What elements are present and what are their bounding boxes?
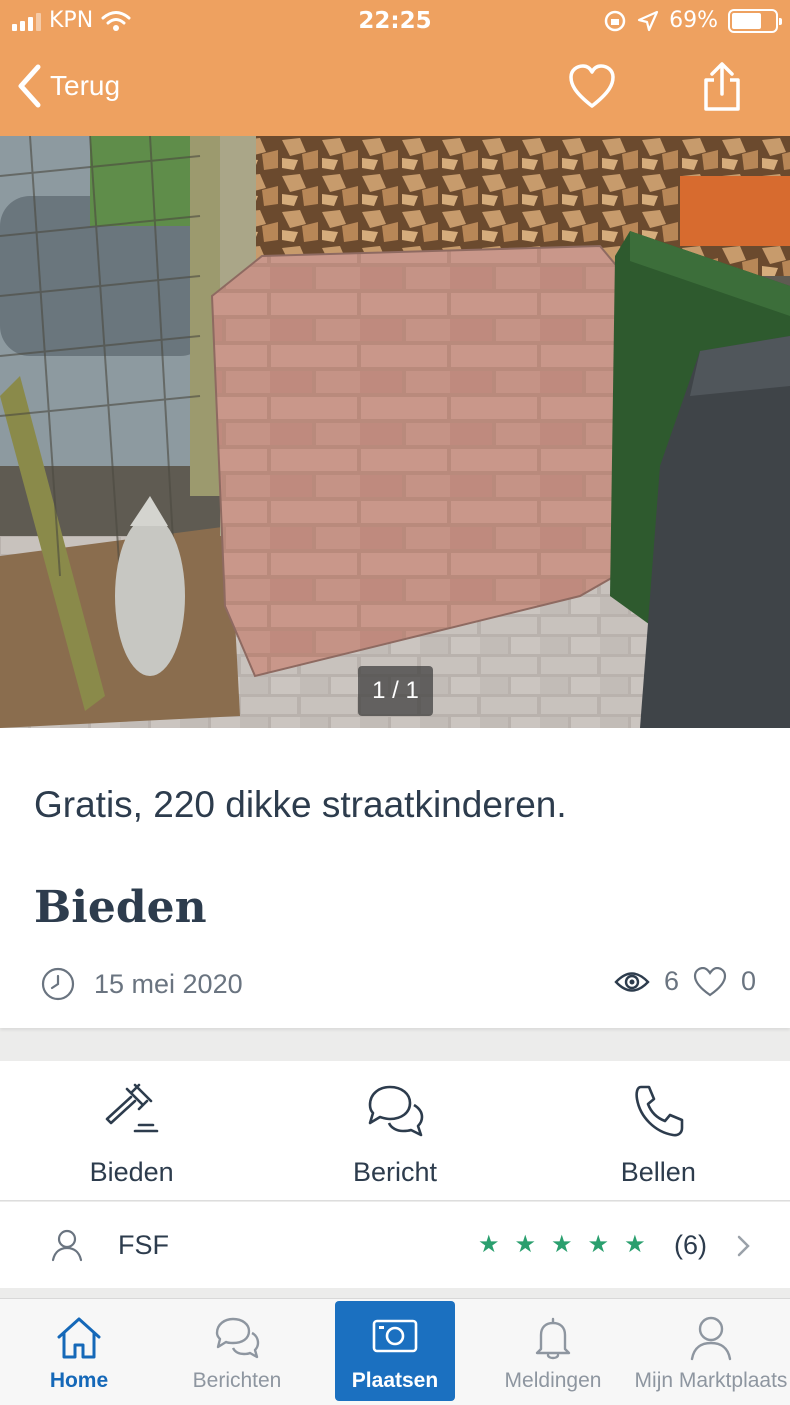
battery-percent: 69%: [669, 8, 718, 33]
nav-bar: Terug: [0, 44, 790, 136]
tab-bar: Home Berichten Plaatsen Meldingen Mijn M…: [0, 1298, 790, 1405]
user-icon: [690, 1316, 732, 1361]
star-icon: ★: [478, 1231, 500, 1258]
tab-home-label: Home: [49, 1369, 109, 1392]
views-count: 6: [663, 966, 679, 996]
call-label: Bellen: [620, 1157, 696, 1187]
message-button[interactable]: Bericht: [263, 1061, 526, 1200]
listing-title: Gratis, 220 dikke straatkinderen.: [34, 784, 567, 825]
photo-counter: 1 / 1: [358, 666, 433, 716]
bid-label: Bieden: [89, 1157, 174, 1187]
tab-berichten[interactable]: Berichten: [158, 1299, 316, 1405]
tab-home[interactable]: Home: [0, 1299, 158, 1405]
tab-berichten-label: Berichten: [192, 1369, 282, 1392]
camera-icon: [372, 1319, 418, 1353]
tab-meldingen-label: Meldingen: [504, 1369, 602, 1392]
share-icon[interactable]: [700, 62, 744, 112]
bell-icon: [535, 1317, 571, 1360]
rating-count: (6): [674, 1230, 707, 1260]
heart-outline-icon: [693, 966, 727, 996]
chevron-right-icon: [737, 1235, 750, 1257]
star-icon: ★: [514, 1231, 537, 1258]
clock-icon: [41, 967, 75, 1001]
product-photo[interactable]: 1 / 1: [0, 136, 790, 728]
phone-icon: [635, 1085, 684, 1137]
tab-plaatsen[interactable]: Plaatsen: [335, 1301, 455, 1401]
back-button[interactable]: Terug: [16, 64, 120, 108]
seller-name: FSF: [118, 1230, 169, 1260]
tab-meldingen[interactable]: Meldingen: [474, 1299, 632, 1405]
message-label: Bericht: [352, 1157, 438, 1187]
tab-mijn-marktplaats[interactable]: Mijn Marktplaats: [632, 1299, 790, 1405]
chat-icon: [215, 1317, 260, 1359]
bid-button[interactable]: Bieden: [0, 1061, 263, 1200]
favorites-count: 0: [740, 966, 756, 996]
heart-icon[interactable]: [568, 64, 616, 110]
location-icon: [637, 10, 659, 31]
tab-mijn-marktplaats-label: Mijn Marktplaats: [634, 1369, 788, 1392]
home-icon: [57, 1317, 101, 1359]
app-root: KPN 22:25 69% Terug 1 / 1 Gratis, 220 di…: [0, 0, 790, 1405]
listing-date: 15 mei 2020: [40, 966, 243, 1002]
battery-icon: [728, 8, 782, 33]
listing-stats: 6 0: [614, 966, 756, 997]
listing-price: Bieden: [34, 882, 207, 933]
star-icon: ★: [587, 1231, 610, 1258]
rating-stars: ★ ★ ★ ★ ★: [478, 1230, 646, 1259]
tab-plaatsen-label: Plaatsen: [351, 1369, 439, 1392]
chat-icon: [368, 1085, 424, 1137]
listing-info: Gratis, 220 dikke straatkinderen. Bieden…: [0, 728, 790, 1028]
call-button[interactable]: Bellen: [527, 1061, 790, 1200]
star-icon: ★: [551, 1231, 573, 1258]
rotation-lock-icon: [604, 10, 626, 31]
photo-illustration: [0, 136, 790, 728]
eye-icon: [614, 971, 650, 992]
status-right: 69%: [603, 8, 782, 33]
contact-actions: Bieden Bericht Bellen: [0, 1061, 790, 1201]
date-label: 15 mei 2020: [94, 968, 243, 999]
seller-row[interactable]: FSF ★ ★ ★ ★ ★ (6): [0, 1202, 790, 1288]
chevron-left-icon: [18, 64, 41, 108]
status-bar: KPN 22:25 69%: [0, 0, 790, 44]
gavel-icon: [105, 1083, 158, 1133]
back-label: Terug: [50, 70, 121, 101]
user-icon: [51, 1229, 83, 1262]
star-icon: ★: [624, 1231, 646, 1258]
